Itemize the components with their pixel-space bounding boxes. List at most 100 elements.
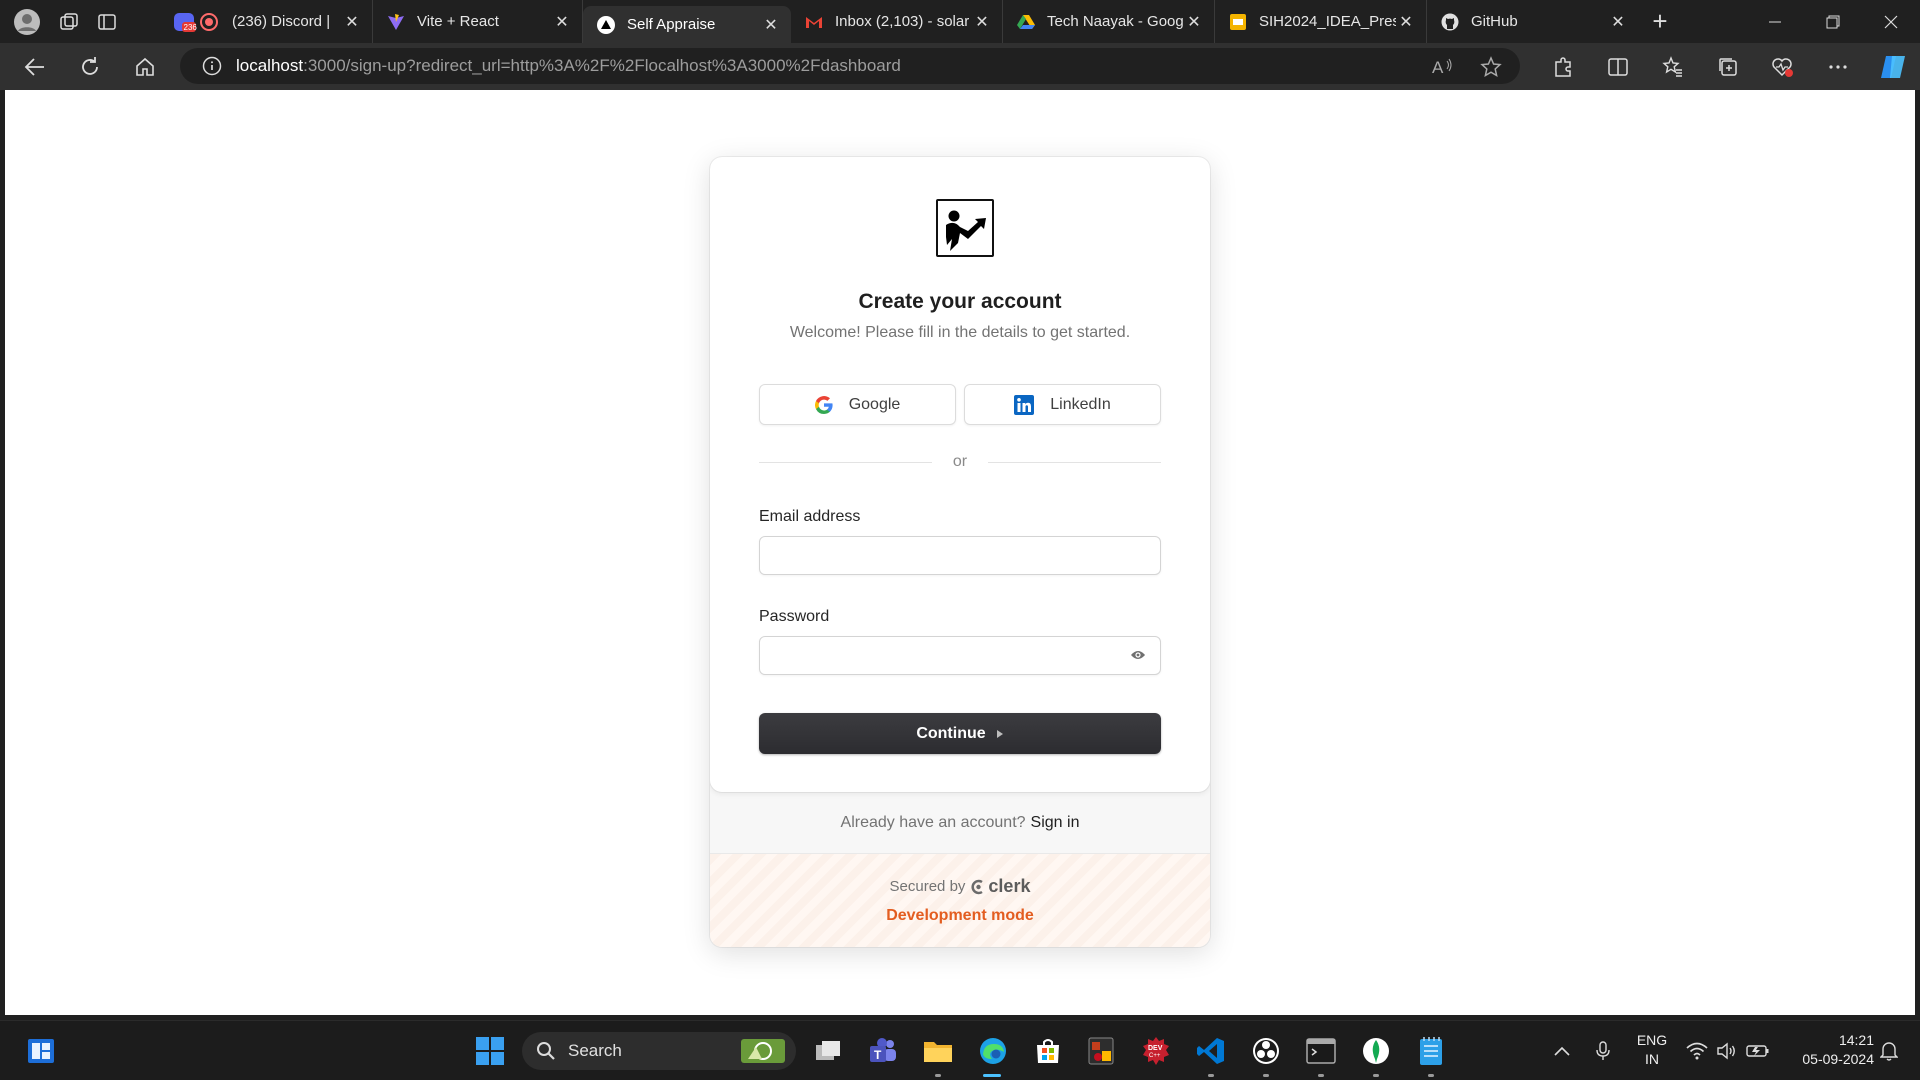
tab-vite-react[interactable]: Vite + React ✕: [373, 0, 583, 43]
clerk-logo[interactable]: clerk: [971, 876, 1030, 897]
read-aloud-icon[interactable]: A: [1432, 56, 1454, 78]
secured-by-text: Secured by: [889, 878, 966, 895]
google-slides-favicon-icon: [1229, 13, 1247, 31]
show-hidden-icons-icon[interactable]: [1550, 1021, 1574, 1080]
tab-github[interactable]: GitHub ✕: [1427, 0, 1638, 43]
url-text: localhost:3000/sign-up?redirect_url=http…: [236, 56, 901, 76]
split-screen-icon[interactable]: [1590, 43, 1645, 90]
vscode-icon[interactable]: [1183, 1021, 1238, 1080]
terminal-icon[interactable]: [1293, 1021, 1348, 1080]
page-title: Create your account: [858, 290, 1062, 313]
svg-text:A: A: [1432, 58, 1444, 77]
caret-right-icon: [996, 729, 1004, 739]
search-label: Search: [568, 1041, 622, 1060]
tab-discord[interactable]: 236 (236) Discord | ✕: [160, 0, 373, 43]
extensions-icon[interactable]: [1535, 43, 1590, 90]
notepad-icon[interactable]: [1403, 1021, 1458, 1080]
running-indicator: [1318, 1074, 1324, 1077]
battery-icon[interactable]: [1744, 1021, 1772, 1080]
microsoft-store-icon[interactable]: [1020, 1021, 1075, 1080]
vite-favicon-icon: [387, 13, 405, 31]
tab-gmail[interactable]: Inbox (2,103) - solar ✕: [791, 0, 1003, 43]
back-arrow-icon[interactable]: [7, 43, 62, 90]
language-code: ENG: [1636, 1032, 1668, 1048]
start-menu-icon[interactable]: [462, 1021, 517, 1080]
more-options-icon[interactable]: [1810, 43, 1865, 90]
linkedin-button-label: LinkedIn: [1050, 395, 1111, 413]
development-mode-badge: Development mode: [886, 907, 1034, 924]
teams-icon[interactable]: T: [855, 1021, 910, 1080]
continue-button[interactable]: Continue: [759, 713, 1161, 754]
favorites-icon[interactable]: [1645, 43, 1700, 90]
restore-icon[interactable]: [1804, 0, 1862, 43]
tab-close-icon[interactable]: ✕: [1608, 12, 1628, 32]
github-favicon-icon: [1441, 13, 1459, 31]
tab-title: Inbox (2,103) - solar: [835, 13, 970, 30]
copilot-icon[interactable]: [1865, 43, 1920, 90]
refresh-icon[interactable]: [62, 43, 117, 90]
minimize-icon[interactable]: [1746, 0, 1804, 43]
discord-badge-text: 236: [184, 23, 198, 32]
clock-time: 14:21: [1838, 1032, 1874, 1048]
running-indicator: [1428, 1074, 1434, 1077]
show-password-eye-icon[interactable]: [1130, 648, 1146, 667]
tab-google-drive[interactable]: Tech Naayak - Google ✕: [1003, 0, 1215, 43]
tab-close-icon[interactable]: ✕: [1396, 12, 1416, 32]
sign-in-prompt: Already have an account? Sign in: [710, 792, 1210, 854]
volume-icon[interactable]: [1714, 1021, 1740, 1080]
task-view-icon[interactable]: [800, 1021, 855, 1080]
profile-avatar-icon[interactable]: [13, 8, 41, 36]
ms-office-tools-icon[interactable]: [1073, 1021, 1128, 1080]
region-code: IN: [1645, 1051, 1659, 1067]
tab-close-icon[interactable]: ✕: [552, 12, 572, 32]
divider-right: [988, 462, 1161, 463]
linkedin-signin-button[interactable]: LinkedIn: [964, 384, 1161, 425]
notification-bell-icon[interactable]: [1874, 1021, 1904, 1080]
obs-studio-icon[interactable]: [1238, 1021, 1293, 1080]
favorite-star-icon[interactable]: [1480, 56, 1502, 78]
file-explorer-icon[interactable]: [910, 1021, 965, 1080]
mongodb-compass-icon[interactable]: [1348, 1021, 1403, 1080]
sign-in-link[interactable]: Sign in: [1031, 814, 1080, 832]
app-favicon-icon: [597, 15, 615, 34]
password-label: Password: [759, 608, 830, 625]
tab-self-appraise[interactable]: Self Appraise ✕: [583, 6, 791, 43]
tab-slides[interactable]: SIH2024_IDEA_Presentation ✕: [1215, 0, 1427, 43]
microphone-icon[interactable]: [1591, 1021, 1615, 1080]
secured-by-row: Secured by clerk: [710, 876, 1210, 897]
continue-label: Continue: [916, 724, 986, 742]
collections-icon[interactable]: [1700, 43, 1755, 90]
dev-cpp-icon[interactable]: DEV C++: [1128, 1021, 1183, 1080]
tab-close-icon[interactable]: ✕: [1184, 12, 1204, 32]
wifi-icon[interactable]: [1684, 1021, 1710, 1080]
password-field[interactable]: [759, 636, 1161, 675]
address-bar-row: localhost:3000/sign-up?redirect_url=http…: [0, 43, 1920, 90]
home-icon[interactable]: [117, 43, 172, 90]
vertical-tabs-icon[interactable]: [97, 12, 117, 32]
site-info-icon[interactable]: [202, 56, 222, 76]
google-drive-favicon-icon: [1017, 13, 1035, 31]
window-controls: [1746, 0, 1920, 43]
tab-close-icon[interactable]: ✕: [761, 15, 781, 35]
language-indicator[interactable]: ENG IN: [1630, 1031, 1674, 1069]
browser-essentials-icon[interactable]: [1755, 43, 1810, 90]
running-indicator: [1208, 1074, 1214, 1077]
taskbar-search-box[interactable]: Search: [522, 1032, 796, 1070]
widgets-icon[interactable]: [13, 1021, 68, 1080]
tab-close-icon[interactable]: ✕: [972, 12, 992, 32]
close-window-icon[interactable]: [1862, 0, 1920, 43]
workspaces-icon[interactable]: [59, 12, 79, 32]
new-tab-button[interactable]: +: [1638, 0, 1682, 43]
clock-date: 05-09-2024: [1802, 1051, 1874, 1067]
url-host: localhost: [236, 56, 304, 75]
google-signin-button[interactable]: Google: [759, 384, 956, 425]
tab-title: Vite + React: [417, 13, 499, 30]
tab-close-icon[interactable]: ✕: [342, 12, 362, 32]
have-account-text: Already have an account?: [840, 813, 1026, 831]
email-field[interactable]: [759, 536, 1161, 575]
url-actions: A: [1432, 56, 1502, 78]
system-clock[interactable]: 14:21 05-09-2024: [1778, 1031, 1874, 1069]
url-field[interactable]: localhost:3000/sign-up?redirect_url=http…: [180, 48, 1520, 84]
edge-browser-icon[interactable]: [965, 1021, 1020, 1080]
running-indicator: [1373, 1074, 1379, 1077]
